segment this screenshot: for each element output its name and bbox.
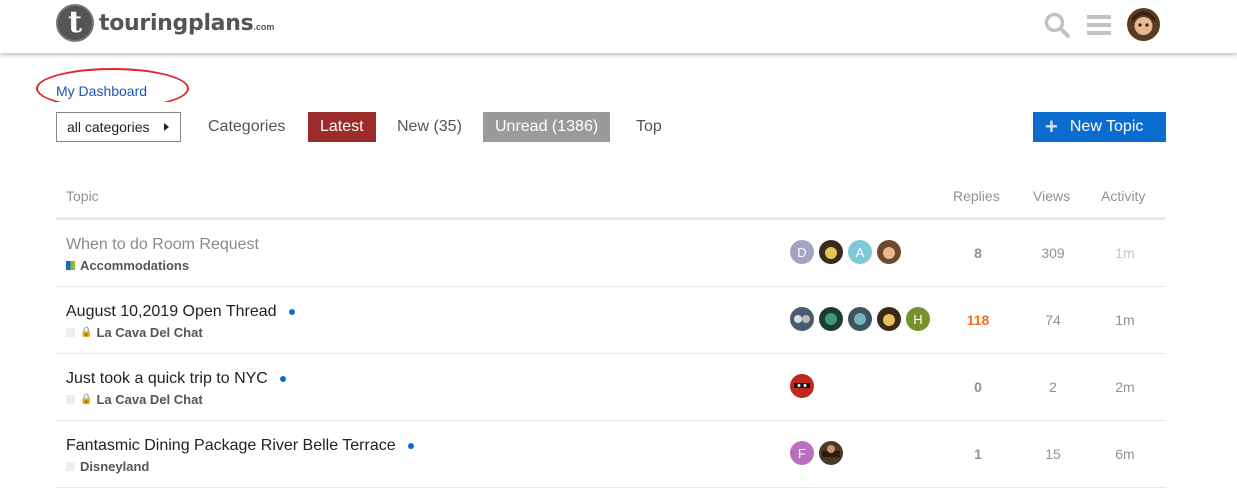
reply-count[interactable]: 8 <box>948 245 1008 261</box>
view-count: 15 <box>1045 446 1061 462</box>
caret-right-icon <box>164 123 169 131</box>
table-row: Just took a quick trip to NYC 🔒 La Cava … <box>56 354 1166 421</box>
category-name[interactable]: La Cava Del Chat <box>96 325 202 340</box>
avatar[interactable]: D <box>790 240 814 264</box>
activity-time[interactable]: 2m <box>1095 379 1155 395</box>
header-views[interactable]: Views <box>1033 188 1070 204</box>
category-name[interactable]: Accommodations <box>80 258 189 273</box>
topic-nav: all categories Categories Latest New (35… <box>56 102 1166 152</box>
plus-icon: + <box>1045 114 1058 139</box>
topic-posters: D A <box>790 240 901 264</box>
topic-category[interactable]: 🔒 La Cava Del Chat <box>66 325 203 340</box>
view-count: 74 <box>1045 312 1061 328</box>
category-swatch <box>66 261 75 270</box>
reply-count[interactable]: 0 <box>948 379 1008 395</box>
table-row: Fantasmic Dining Package River Belle Ter… <box>56 421 1166 488</box>
view-count: 309 <box>1041 245 1065 261</box>
topic-posters: F <box>790 441 843 465</box>
logo-badge: t <box>56 4 94 42</box>
avatar[interactable]: H <box>906 307 930 331</box>
avatar[interactable] <box>819 441 843 465</box>
category-swatch <box>66 395 75 404</box>
topic-category[interactable]: 🔒 La Cava Del Chat <box>66 392 203 407</box>
avatar[interactable] <box>790 374 814 398</box>
unread-indicator <box>288 309 295 315</box>
view-count: 2 <box>1049 379 1057 395</box>
hamburger-menu-icon[interactable] <box>1085 11 1113 39</box>
avatar[interactable]: A <box>848 240 872 264</box>
topic-title-text[interactable]: Fantasmic Dining Package River Belle Ter… <box>66 437 396 455</box>
activity-time[interactable]: 6m <box>1095 446 1155 462</box>
new-topic-label: New Topic <box>1069 118 1144 135</box>
category-name[interactable]: La Cava Del Chat <box>96 392 202 407</box>
reply-count[interactable]: 1 <box>948 446 1008 462</box>
tab-latest[interactable]: Latest <box>308 112 376 142</box>
site-logo[interactable]: t touringplans .com <box>56 4 274 42</box>
avatar[interactable] <box>790 307 814 331</box>
topic-title-text[interactable]: Just took a quick trip to NYC <box>66 370 268 388</box>
topic-posters <box>790 374 814 398</box>
user-avatar[interactable] <box>1127 8 1160 41</box>
avatar[interactable]: F <box>790 441 814 465</box>
table-row: When to do Room Request Accommodations D… <box>56 220 1166 287</box>
category-name[interactable]: Disneyland <box>80 459 149 474</box>
tab-unread[interactable]: Unread (1386) <box>483 112 611 142</box>
table-header: Topic Replies Views Activity <box>56 172 1166 220</box>
activity-time[interactable]: 1m <box>1095 245 1155 261</box>
unread-indicator <box>407 443 414 449</box>
lock-icon: 🔒 <box>80 394 93 405</box>
tab-categories[interactable]: Categories <box>196 112 297 142</box>
topic-title-text[interactable]: August 10,2019 Open Thread <box>66 303 277 321</box>
topic-posters: H <box>790 307 930 331</box>
search-icon[interactable] <box>1043 11 1071 39</box>
logo-suffix: .com <box>253 22 275 32</box>
topic-title[interactable]: Fantasmic Dining Package River Belle Ter… <box>66 437 414 455</box>
table-row: August 10,2019 Open Thread 🔒 La Cava Del… <box>56 287 1166 354</box>
avatar[interactable] <box>877 307 901 331</box>
topic-list: Topic Replies Views Activity When to do … <box>56 172 1166 488</box>
topic-category[interactable]: Accommodations <box>66 258 189 273</box>
my-dashboard-link[interactable]: My Dashboard <box>56 83 147 99</box>
topic-title[interactable]: August 10,2019 Open Thread <box>66 303 295 321</box>
new-topic-button[interactable]: + New Topic <box>1033 112 1166 142</box>
reply-count[interactable]: 118 <box>948 312 1008 328</box>
topic-category[interactable]: Disneyland <box>66 459 149 474</box>
header-activity[interactable]: Activity <box>1101 188 1145 204</box>
tab-top[interactable]: Top <box>624 112 674 142</box>
avatar[interactable] <box>819 240 843 264</box>
logo-text: touringplans <box>99 10 254 36</box>
header-topic[interactable]: Topic <box>66 188 99 204</box>
topic-title[interactable]: Just took a quick trip to NYC <box>66 370 286 388</box>
category-dropdown-label: all categories <box>67 119 150 135</box>
lock-icon: 🔒 <box>80 327 93 338</box>
site-header: t touringplans .com <box>0 0 1237 53</box>
header-replies[interactable]: Replies <box>953 188 1000 204</box>
category-dropdown[interactable]: all categories <box>56 112 181 142</box>
avatar[interactable] <box>819 307 843 331</box>
activity-time[interactable]: 1m <box>1095 312 1155 328</box>
topic-title[interactable]: When to do Room Request <box>66 236 259 254</box>
header-icons <box>1043 8 1160 41</box>
category-swatch <box>66 328 75 337</box>
topic-title-text[interactable]: When to do Room Request <box>66 236 259 254</box>
avatar[interactable] <box>877 240 901 264</box>
unread-indicator <box>279 376 286 382</box>
avatar[interactable] <box>848 307 872 331</box>
tab-new[interactable]: New (35) <box>385 112 474 142</box>
category-swatch <box>66 462 75 471</box>
